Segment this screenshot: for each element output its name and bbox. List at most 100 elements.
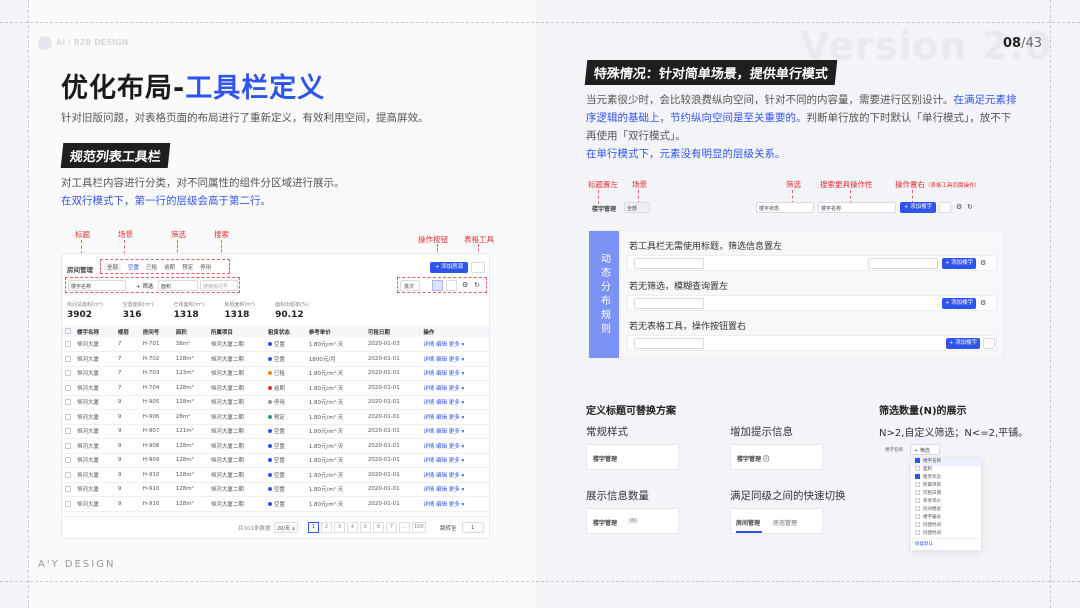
reset-link[interactable]: 恢复默认 xyxy=(911,538,981,549)
add-building-button[interactable]: + 添加楼宇 xyxy=(942,298,976,309)
search-input[interactable]: 楼宇名称 xyxy=(818,202,896,213)
row-checkbox[interactable] xyxy=(65,471,71,478)
grid-view-icon[interactable] xyxy=(432,280,443,291)
checkbox[interactable] xyxy=(915,506,920,511)
filter-option[interactable]: 楼宇名称 xyxy=(911,458,981,466)
row-checkbox[interactable] xyxy=(65,500,71,507)
filter-option[interactable]: 所属项目 xyxy=(911,482,981,490)
search-input[interactable] xyxy=(868,258,938,269)
refresh-icon[interactable]: ↻ xyxy=(967,203,973,211)
table-row[interactable]: 恒河大厦 9 H-908 128m² 恒河大厦二期 空置 1.80元/m²·天 2020-01… xyxy=(62,438,489,454)
row-checkbox[interactable] xyxy=(65,355,71,362)
scene-tab[interactable]: 预定 xyxy=(182,263,193,271)
settings-icon[interactable]: ⚙ xyxy=(956,203,962,211)
row-checkbox[interactable] xyxy=(65,384,71,391)
row-checkbox[interactable] xyxy=(65,442,71,449)
row-actions[interactable]: 详情 编辑 更多 ▾ xyxy=(420,453,489,468)
row-actions[interactable]: 详情 编辑 更多 ▾ xyxy=(420,409,489,425)
filter-button[interactable]: + 筛选 xyxy=(136,282,153,290)
tab-room-status[interactable]: 房态管理 xyxy=(773,518,797,527)
checkbox[interactable] xyxy=(915,466,920,471)
checkbox[interactable] xyxy=(915,530,920,535)
page-button[interactable]: 4 xyxy=(347,522,358,533)
checkbox[interactable] xyxy=(915,474,920,479)
page-button[interactable]: 3 xyxy=(334,522,345,533)
row-actions[interactable]: 详情 编辑 更多 ▾ xyxy=(420,337,489,352)
table-row[interactable]: 恒河大厦 9 H-906 28m² 恒河大厦二期 预定 1.80元/m²·天 2020-01-… xyxy=(62,409,489,425)
filter-chip[interactable]: 面积 xyxy=(158,280,198,291)
table-row[interactable]: 恒河大厦 7 H-701 38m² 恒河大厦二期 空置 1.80元/m²·天 2020-01-… xyxy=(62,337,489,352)
table-row[interactable]: 恒河大厦 9 H-910 128m² 恒河大厦二期 空置 1.80元/m²·天 2020-01… xyxy=(62,482,489,497)
settings-icon[interactable]: ⚙ xyxy=(462,281,468,289)
filter-option[interactable]: 楼宇编号 xyxy=(911,514,981,522)
scene-tab[interactable]: 逾期 xyxy=(164,263,175,271)
row-actions[interactable]: 详情 编辑 更多 ▾ xyxy=(420,380,489,396)
table-row[interactable]: 恒河大厦 9 H-907 121m² 恒河大厦二期 空置 1.80元/m²·天 2020-01… xyxy=(62,424,489,439)
table-row[interactable]: 恒河大厦 9 H-910 128m² 恒河大厦二期 空置 1.80元/m²·天 2020-01… xyxy=(62,496,489,512)
page-button[interactable]: 6 xyxy=(373,522,384,533)
scene-tab[interactable]: 已租 xyxy=(146,263,157,271)
checkbox[interactable] xyxy=(915,458,920,463)
page-size-select[interactable]: 20/页 ∨ xyxy=(274,522,298,533)
settings-icon[interactable]: ⚙ xyxy=(980,299,986,307)
checkbox[interactable] xyxy=(915,514,920,519)
checkbox[interactable] xyxy=(915,482,920,487)
row-actions[interactable]: 详情 编辑 更多 ▾ xyxy=(420,438,489,454)
row-actions[interactable]: 详情 编辑 更多 ▾ xyxy=(420,366,489,381)
settings-icon[interactable]: ⚙ xyxy=(980,259,986,267)
scene-tab[interactable]: 全部 xyxy=(104,263,122,271)
row-actions[interactable]: 详情 编辑 更多 ▾ xyxy=(420,395,489,410)
add-room-button[interactable]: + 添加房源 xyxy=(430,262,468,273)
row-checkbox[interactable] xyxy=(65,457,71,463)
row-actions[interactable]: 详情 编辑 更多 ▾ xyxy=(420,351,489,367)
filter-option[interactable]: 面积 xyxy=(911,466,981,474)
table-row[interactable]: 恒河大厦 7 H-703 123m² 恒河大厦二期 已租 1.80元/m²·天 2020-01… xyxy=(62,366,489,381)
page-button[interactable]: 5 xyxy=(360,522,371,533)
row-checkbox[interactable] xyxy=(65,428,71,434)
page-button[interactable]: 7 xyxy=(386,522,397,533)
table-row[interactable]: 恒河大厦 9 H-910 128m² 恒河大厦二期 空置 1.80元/m²·天 2020-01… xyxy=(62,467,489,483)
row-actions[interactable]: 详情 编辑 更多 ▾ xyxy=(420,467,489,483)
page-button[interactable]: 1 xyxy=(308,522,319,533)
page-button[interactable]: ... xyxy=(399,522,410,533)
search-input[interactable] xyxy=(634,338,704,349)
table-row[interactable]: 恒河大厦 9 H-909 128m² 恒河大厦二期 空置 1.80元/m²·天 2020-01… xyxy=(62,453,489,468)
more-button[interactable] xyxy=(471,262,485,273)
row-checkbox[interactable] xyxy=(65,340,71,347)
tab-room[interactable]: 房间管理 xyxy=(736,518,760,527)
row-checkbox[interactable] xyxy=(65,486,71,492)
table-row[interactable]: 恒河大厦 7 H-704 128m² 恒河大厦二期 逾期 1.80元/m²·天 2020-01… xyxy=(62,380,489,396)
table-row[interactable]: 恒河大厦 7 H-702 128m² 恒河大厦二期 空置 1800元/月 2020-01-01… xyxy=(62,351,489,367)
filter-option[interactable]: 创建时间 xyxy=(911,530,981,538)
refresh-icon[interactable]: ↻ xyxy=(474,281,480,289)
row-actions[interactable]: 详情 编辑 更多 ▾ xyxy=(420,496,489,512)
scene-select[interactable]: 全部 xyxy=(624,202,650,213)
filter-select[interactable] xyxy=(634,258,704,269)
list-view-icon[interactable] xyxy=(446,280,457,291)
scene-tab[interactable]: 空置 xyxy=(128,263,139,271)
table-row[interactable]: 恒河大厦 9 H-905 128m² 恒河大厦二期 停用 1.80元/m²·天 2020-01… xyxy=(62,395,489,410)
checkbox[interactable] xyxy=(915,498,920,503)
filter-button[interactable]: + 筛选 xyxy=(910,444,940,455)
filter-option[interactable]: 租赁状态 xyxy=(911,474,981,482)
filter-chip[interactable]: 楼宇名称 xyxy=(68,280,126,291)
filter-option[interactable]: 参考单价 xyxy=(911,498,981,506)
row-checkbox[interactable] xyxy=(65,413,71,420)
page-button[interactable]: 2 xyxy=(321,522,332,533)
more-button[interactable] xyxy=(983,338,995,349)
add-building-button[interactable]: + 添加楼宇 xyxy=(946,338,980,349)
search-input[interactable]: 搜索房间号 xyxy=(200,280,238,291)
checkbox[interactable] xyxy=(915,522,920,527)
filter-select[interactable]: 楼宇状态 xyxy=(756,202,814,213)
search-input[interactable] xyxy=(634,298,704,309)
jump-input[interactable]: 1 xyxy=(462,522,484,533)
row-actions[interactable]: 详情 编辑 更多 ▾ xyxy=(420,424,489,439)
batch-button[interactable]: 批次 xyxy=(400,280,420,291)
row-checkbox[interactable] xyxy=(65,399,71,405)
row-actions[interactable]: 详情 编辑 更多 ▾ xyxy=(420,482,489,497)
scene-tab[interactable]: 停用 xyxy=(200,263,211,271)
add-building-button[interactable]: + 添加楼宇 xyxy=(942,258,976,269)
filter-option[interactable]: 可租日期 xyxy=(911,490,981,498)
filter-option[interactable]: 房间楼层 xyxy=(911,506,981,514)
page-button[interactable]: 100 xyxy=(412,522,426,533)
